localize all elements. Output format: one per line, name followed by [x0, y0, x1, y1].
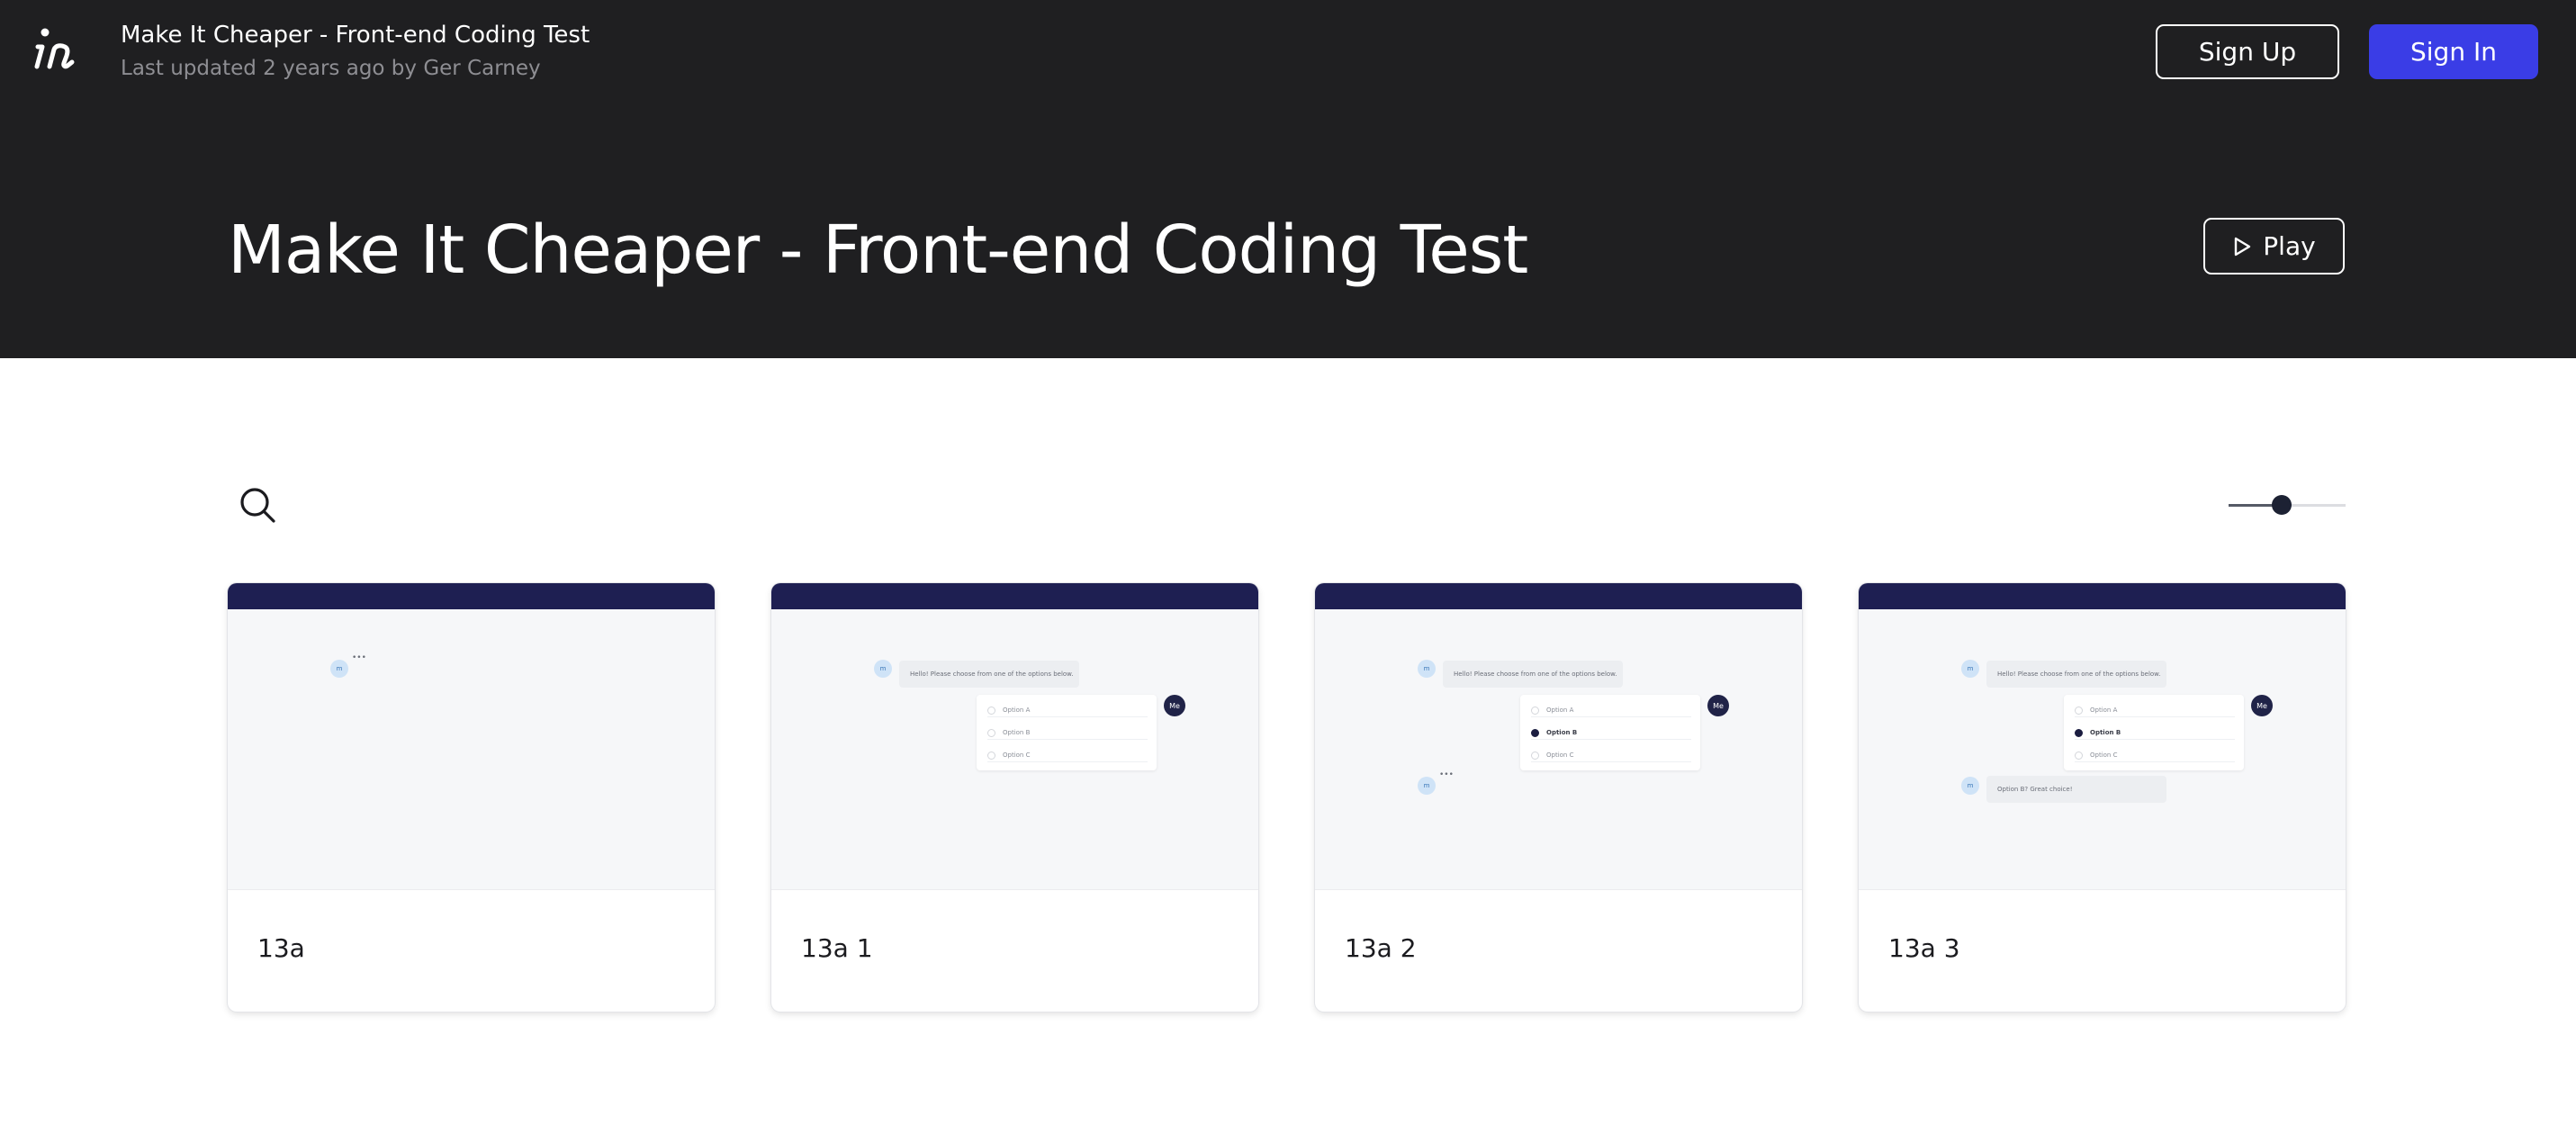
thumbnail-header-bar	[1859, 583, 2346, 609]
option-label: Option A	[2090, 706, 2118, 714]
bot-avatar: m	[874, 660, 892, 678]
radio-selected-icon	[1531, 728, 1539, 737]
message-bubble: Hello! Please choose from one of the opt…	[1986, 661, 2166, 688]
options-panel: Option A Option B Option C	[1520, 695, 1700, 770]
screen-card[interactable]: m ••• 13a	[228, 583, 715, 1012]
option-item: Option C	[1531, 749, 1691, 762]
bot-avatar: m	[1961, 660, 1979, 678]
thumbnail-header-bar	[1315, 583, 1802, 609]
screen-card[interactable]: m Hello! Please choose from one of the o…	[1859, 583, 2346, 1012]
options-panel: Option A Option B Option C	[2064, 695, 2244, 770]
page-title: Make It Cheaper - Front-end Coding Test	[228, 212, 1528, 289]
radio-icon	[987, 728, 995, 737]
screen-thumbnail: m Hello! Please choose from one of the o…	[1859, 583, 2346, 890]
option-label: Option B	[2090, 729, 2121, 736]
thumbnail-header-bar	[228, 583, 715, 609]
radio-icon	[1531, 706, 1539, 715]
message-bubble: Hello! Please choose from one of the opt…	[899, 661, 1079, 688]
option-item: Option A	[987, 704, 1148, 717]
radio-selected-icon	[2075, 728, 2083, 737]
zoom-slider[interactable]	[2229, 491, 2346, 518]
search-icon[interactable]	[238, 485, 277, 525]
typing-indicator: •••	[352, 653, 366, 662]
sign-up-button[interactable]: Sign Up	[2156, 24, 2339, 79]
option-item: Option A	[2075, 704, 2235, 717]
bot-avatar: m	[330, 660, 348, 678]
project-title: Make It Cheaper - Front-end Coding Test	[121, 22, 590, 49]
bot-avatar: m	[1418, 660, 1436, 678]
options-panel: Option A Option B Option C	[977, 695, 1157, 770]
sign-in-button[interactable]: Sign In	[2369, 24, 2538, 79]
bot-avatar: m	[1418, 777, 1436, 795]
radio-icon	[987, 751, 995, 760]
option-item: Option A	[1531, 704, 1691, 717]
option-label: Option C	[2090, 752, 2118, 759]
option-label: Option B	[1546, 729, 1578, 736]
user-avatar: Me	[2251, 695, 2273, 716]
screen-name: 13a 2	[1345, 933, 1417, 963]
zoom-slider-handle[interactable]	[2272, 495, 2292, 515]
play-label: Play	[2263, 231, 2316, 261]
option-item: Option C	[2075, 749, 2235, 762]
screen-name: 13a 1	[801, 933, 873, 963]
option-item-selected: Option B	[1531, 726, 1691, 740]
screen-card[interactable]: m Hello! Please choose from one of the o…	[1315, 583, 1802, 1012]
message-bubble: Hello! Please choose from one of the opt…	[1443, 661, 1623, 688]
screen-name: 13a 3	[1888, 933, 1960, 963]
radio-icon	[2075, 706, 2083, 715]
play-button[interactable]: Play	[2203, 218, 2345, 274]
screen-name: 13a	[257, 933, 305, 963]
user-avatar: Me	[1164, 695, 1185, 716]
option-item: Option B	[987, 726, 1148, 740]
option-label: Option A	[1546, 706, 1574, 714]
last-updated-text: Last updated 2 years ago by Ger Carney	[121, 57, 541, 80]
reply-bubble: Option B? Great choice!	[1986, 776, 2166, 803]
invision-logo-icon[interactable]	[31, 23, 79, 76]
user-avatar: Me	[1707, 695, 1729, 716]
option-item: Option C	[987, 749, 1148, 762]
option-label: Option C	[1003, 752, 1031, 759]
screen-thumbnail: m Hello! Please choose from one of the o…	[1315, 583, 1802, 890]
screen-card[interactable]: m Hello! Please choose from one of the o…	[771, 583, 1258, 1012]
screen-thumbnail: m •••	[228, 583, 715, 890]
thumbnail-header-bar	[771, 583, 1258, 609]
option-label: Option C	[1546, 752, 1574, 759]
radio-icon	[2075, 751, 2083, 760]
option-item-selected: Option B	[2075, 726, 2235, 740]
screen-thumbnail: m Hello! Please choose from one of the o…	[771, 583, 1258, 890]
typing-indicator: •••	[1439, 770, 1454, 779]
option-label: Option B	[1003, 729, 1031, 736]
bot-avatar: m	[1961, 777, 1979, 795]
play-icon	[2235, 237, 2251, 256]
radio-icon	[987, 706, 995, 715]
option-label: Option A	[1003, 706, 1031, 714]
radio-icon	[1531, 751, 1539, 760]
